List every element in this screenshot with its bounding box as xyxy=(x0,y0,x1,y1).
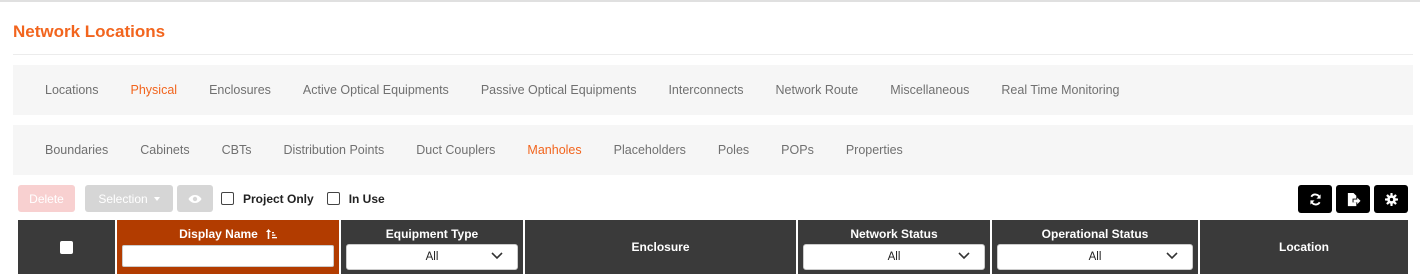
subnav-tab-properties[interactable]: Properties xyxy=(846,143,903,157)
column-network-status-label: Network Status xyxy=(850,227,938,241)
chevron-down-icon xyxy=(491,252,503,260)
project-only-checkbox[interactable] xyxy=(221,192,234,205)
display-name-filter-input[interactable] xyxy=(122,245,334,267)
in-use-label: In Use xyxy=(348,191,385,206)
operational-status-filter-select[interactable]: All xyxy=(997,244,1193,270)
select-all-header xyxy=(18,220,117,274)
gear-icon xyxy=(1384,192,1398,206)
title-divider xyxy=(13,54,1413,55)
subnav-tab-placeholders[interactable]: Placeholders xyxy=(614,143,686,157)
nav-tab-network-route[interactable]: Network Route xyxy=(776,83,859,97)
select-all-checkbox[interactable] xyxy=(60,240,73,254)
visibility-button[interactable] xyxy=(177,185,213,212)
refresh-icon xyxy=(1309,193,1321,205)
nav-tab-locations[interactable]: Locations xyxy=(45,83,99,97)
top-border xyxy=(0,0,1420,2)
in-use-checkbox[interactable] xyxy=(326,192,340,205)
selection-dropdown-button[interactable]: Selection xyxy=(85,185,173,212)
chevron-down-icon xyxy=(958,252,970,260)
settings-button[interactable] xyxy=(1374,185,1408,213)
nav-tab-active-optical-equipments[interactable]: Active Optical Equipments xyxy=(303,83,449,97)
column-location[interactable]: Location xyxy=(1200,220,1408,274)
column-network-status[interactable]: Network Status All xyxy=(798,220,992,274)
subnav-tab-pops[interactable]: POPs xyxy=(781,143,814,157)
secondary-nav: Boundaries Cabinets CBTs Distribution Po… xyxy=(13,125,1413,175)
nav-tab-miscellaneous[interactable]: Miscellaneous xyxy=(890,83,969,97)
subnav-tab-duct-couplers[interactable]: Duct Couplers xyxy=(416,143,495,157)
column-operational-status[interactable]: Operational Status All xyxy=(992,220,1200,274)
export-icon xyxy=(1347,192,1361,206)
operational-status-filter-value: All xyxy=(1088,251,1102,263)
subnav-tab-distribution-points[interactable]: Distribution Points xyxy=(283,143,384,157)
table-header: Display Name Equipment Type All Enclosur… xyxy=(18,220,1408,274)
column-equipment-type[interactable]: Equipment Type All xyxy=(341,220,525,274)
sort-ascending-icon[interactable] xyxy=(265,229,277,239)
nav-tab-interconnects[interactable]: Interconnects xyxy=(668,83,743,97)
column-display-name[interactable]: Display Name xyxy=(117,220,341,274)
refresh-button[interactable] xyxy=(1298,185,1332,213)
eye-icon xyxy=(188,194,202,203)
nav-tab-real-time-monitoring[interactable]: Real Time Monitoring xyxy=(1001,83,1119,97)
export-button[interactable] xyxy=(1336,185,1370,213)
column-display-name-label: Display Name xyxy=(179,227,258,241)
nav-tab-enclosures[interactable]: Enclosures xyxy=(209,83,271,97)
nav-tab-passive-optical-equipments[interactable]: Passive Optical Equipments xyxy=(481,83,637,97)
selection-label: Selection xyxy=(98,191,148,206)
chevron-down-icon xyxy=(1166,252,1178,260)
subnav-tab-manholes[interactable]: Manholes xyxy=(527,143,581,157)
page-title: Network Locations xyxy=(13,22,166,41)
equipment-type-filter-value: All xyxy=(425,251,439,263)
in-use-filter[interactable]: In Use xyxy=(326,191,385,206)
subnav-tab-cbts[interactable]: CBTs xyxy=(222,143,252,157)
project-only-label: Project Only xyxy=(243,191,314,206)
column-enclosure[interactable]: Enclosure xyxy=(525,220,798,274)
subnav-tab-cabinets[interactable]: Cabinets xyxy=(140,143,189,157)
subnav-tab-boundaries[interactable]: Boundaries xyxy=(45,143,108,157)
caret-down-icon xyxy=(153,196,160,201)
table-toolbar: Delete Selection Project Only In Use xyxy=(18,185,385,212)
primary-nav: Locations Physical Enclosures Active Opt… xyxy=(13,65,1413,115)
equipment-type-filter-select[interactable]: All xyxy=(346,244,518,270)
delete-button[interactable]: Delete xyxy=(18,185,75,212)
column-operational-status-label: Operational Status xyxy=(1041,227,1149,241)
network-status-filter-value: All xyxy=(887,251,901,263)
network-status-filter-select[interactable]: All xyxy=(803,244,985,270)
column-equipment-type-label: Equipment Type xyxy=(385,227,479,241)
table-actions xyxy=(1298,185,1408,213)
nav-tab-physical[interactable]: Physical xyxy=(131,83,178,97)
project-only-filter[interactable]: Project Only xyxy=(221,192,314,206)
column-enclosure-label: Enclosure xyxy=(631,240,690,254)
column-location-label: Location xyxy=(1279,240,1329,254)
subnav-tab-poles[interactable]: Poles xyxy=(718,143,749,157)
